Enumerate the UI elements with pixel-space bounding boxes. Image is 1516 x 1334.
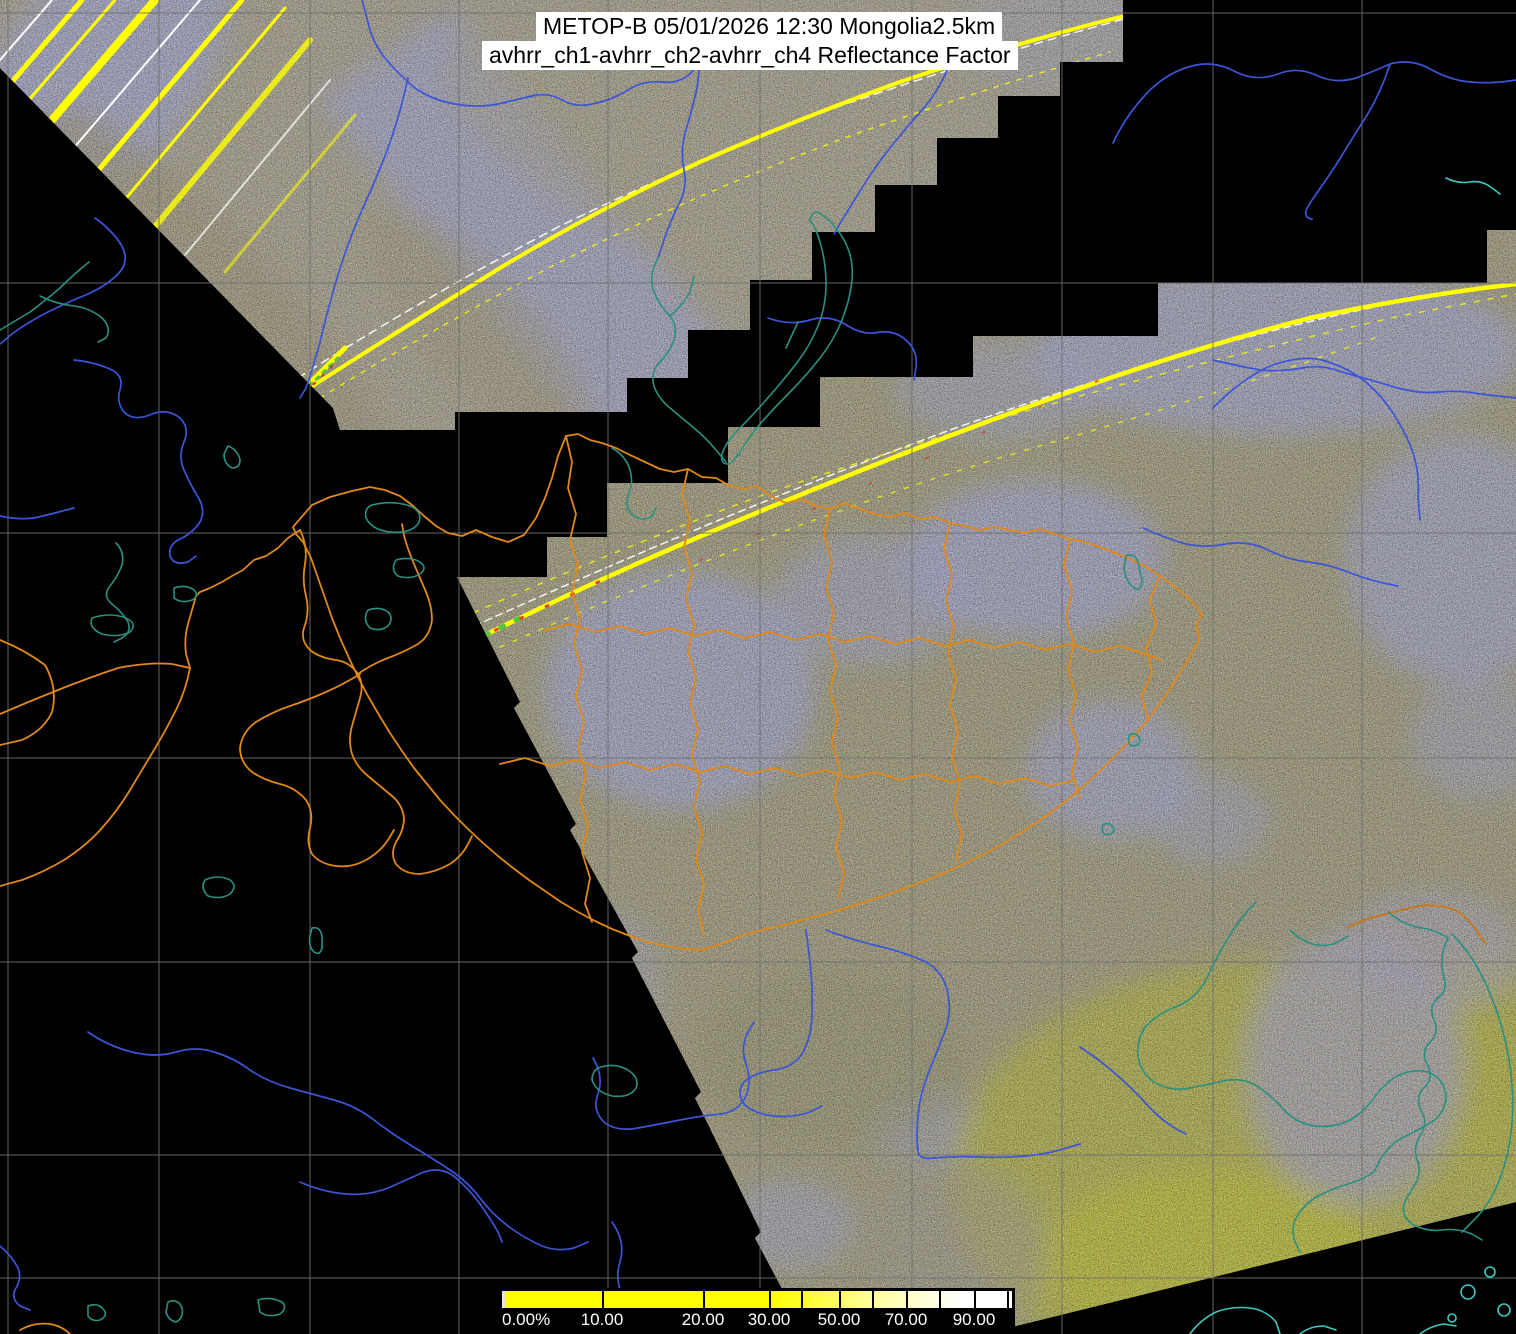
colorbar-tick	[703, 1291, 705, 1308]
colorbar-tick	[839, 1291, 841, 1308]
colorbar-label: 70.00	[884, 1310, 928, 1329]
colorbar-tick	[974, 1291, 976, 1308]
colorbar-label: 10.00	[580, 1310, 624, 1329]
colorbar-labels: 0.00% 10.00 20.00 30.00 50.00 70.00 90.00	[502, 1310, 1012, 1330]
colorbar-tick	[801, 1291, 803, 1308]
colorbar-tick	[872, 1291, 874, 1308]
colorbar-bar	[502, 1291, 1012, 1308]
title-line-1: METOP-B 05/01/2026 12:30 Mongolia2.5km	[536, 12, 1003, 41]
colorbar-tick	[602, 1291, 604, 1308]
colorbar-tick	[939, 1291, 941, 1308]
colorbar: 0.00% 10.00 20.00 30.00 50.00 70.00 90.00	[497, 1288, 1015, 1334]
map-canvas	[0, 0, 1516, 1334]
colorbar-label: 30.00	[747, 1310, 791, 1329]
colorbar-label: 20.00	[681, 1310, 725, 1329]
satellite-image-display: METOP-B 05/01/2026 12:30 Mongolia2.5km a…	[0, 0, 1516, 1334]
title-line-2: avhrr_ch1-avhrr_ch2-avhrr_ch4 Reflectanc…	[482, 41, 1018, 70]
colorbar-label: 0.00%	[502, 1310, 551, 1329]
colorbar-tick	[769, 1291, 771, 1308]
colorbar-label: 90.00	[952, 1310, 996, 1329]
colorbar-startcap	[502, 1291, 505, 1308]
colorbar-label: 50.00	[817, 1310, 861, 1329]
colorbar-tick	[1007, 1291, 1009, 1308]
colorbar-tick	[906, 1291, 908, 1308]
